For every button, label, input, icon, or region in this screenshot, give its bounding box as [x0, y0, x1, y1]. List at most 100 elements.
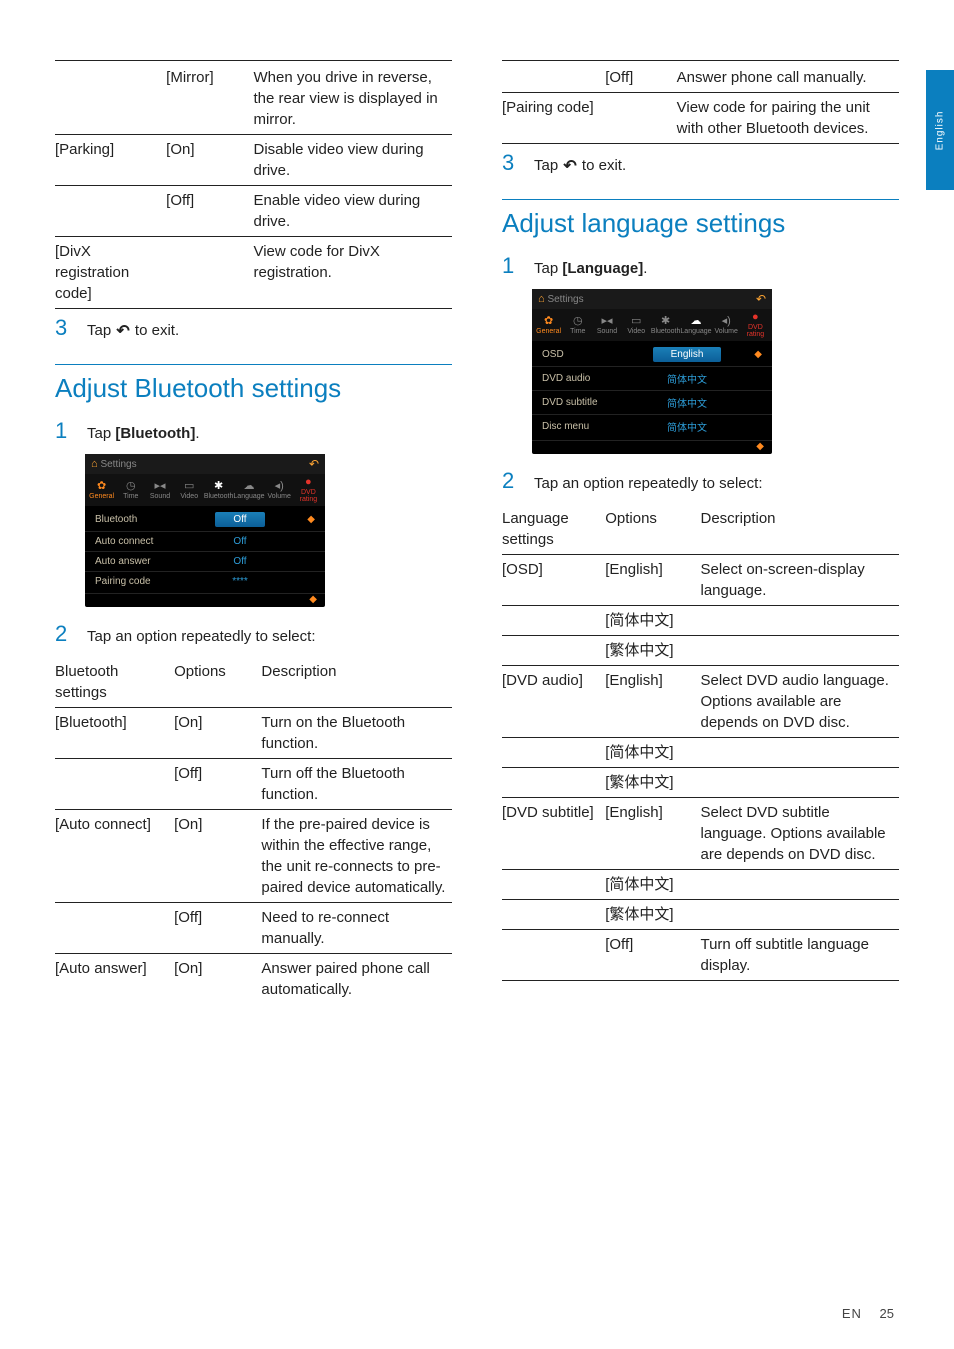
cell: [DivX registration code] — [55, 237, 166, 309]
cell: [DVD audio] — [502, 666, 605, 738]
cell — [502, 900, 605, 930]
cell — [502, 930, 605, 981]
cell: [Mirror] — [166, 63, 253, 135]
step-text: Tap [Language]. — [534, 260, 899, 277]
right-column: [Off] Answer phone call manually. [Pairi… — [502, 60, 899, 1004]
cell: [English] — [605, 555, 700, 606]
cell: Turn off the Bluetooth function. — [261, 759, 452, 810]
cell: [繁体中文] — [605, 636, 700, 666]
cell — [700, 870, 899, 900]
home-icon: ⌂ — [91, 458, 98, 470]
cell: [DVD subtitle] — [502, 798, 605, 870]
page-footer: EN 25 — [842, 1306, 894, 1321]
screenshot-tab-icon: ◷Time — [563, 316, 592, 335]
cell — [166, 237, 253, 309]
cell: [简体中文] — [605, 606, 700, 636]
screenshot-tab-icon: ▭Video — [622, 316, 651, 335]
language-tab-label: English — [935, 110, 946, 150]
cell — [502, 738, 605, 768]
screenshot-tab-icon: ✿General — [534, 316, 563, 335]
cell: Select DVD audio language. Options avail… — [700, 666, 899, 738]
section-bluetooth-heading: Adjust Bluetooth settings — [55, 373, 452, 404]
cell: View code for pairing the unit with othe… — [677, 93, 899, 144]
page-content: [Mirror] When you drive in reverse, the … — [0, 0, 954, 1034]
cell: Turn off subtitle language display. — [700, 930, 899, 981]
cell: When you drive in reverse, the rear view… — [253, 63, 452, 135]
screenshot-title: Settings — [100, 459, 136, 470]
screenshot-list-row: Auto connectOff — [85, 531, 325, 551]
screenshot-list-row: DVD audio简体中文 — [532, 366, 772, 390]
bluetooth-options-table: Bluetooth settings Options Description [… — [55, 657, 452, 1004]
screenshot-tab-icon: ✱Bluetooth — [651, 316, 681, 335]
cell: [简体中文] — [605, 870, 700, 900]
screenshot-list-row: DVD subtitle简体中文 — [532, 390, 772, 414]
back-icon: ↶ — [115, 320, 130, 342]
col-header: Bluetooth settings — [55, 657, 174, 708]
bluetooth-options-table-continued: [Off] Answer phone call manually. [Pairi… — [502, 63, 899, 144]
step-1-tap-bluetooth: 1 Tap [Bluetooth]. — [55, 418, 452, 444]
cell: Disable video view during drive. — [253, 135, 452, 186]
cell: [On] — [174, 708, 261, 759]
cell: Need to re-connect manually. — [261, 903, 452, 954]
cell: Answer phone call manually. — [677, 63, 899, 93]
step-1-tap-language: 1 Tap [Language]. — [502, 253, 899, 279]
footer-page-number: 25 — [880, 1306, 894, 1321]
step-number: 1 — [502, 253, 520, 279]
screenshot-tab-row: ✿General◷Time▸◂Sound▭Video✱Bluetooth☁Lan… — [532, 309, 772, 341]
back-icon: ↶ — [756, 292, 766, 306]
screenshot-tab-icon: ▸◂Sound — [592, 316, 621, 335]
cell: Enable video view during drive. — [253, 186, 452, 237]
step-2-tap-option: 2 Tap an option repeatedly to select: — [55, 621, 452, 647]
screenshot-tab-icon: ●DVD rating — [741, 312, 770, 338]
cell — [55, 759, 174, 810]
col-header: Description — [261, 657, 452, 708]
cell — [502, 768, 605, 798]
cell — [700, 738, 899, 768]
screenshot-tab-icon: ☁Language — [233, 481, 264, 500]
down-arrow-icon: ◆ — [309, 594, 317, 603]
home-icon: ⌂ — [538, 293, 545, 305]
cell — [55, 63, 166, 135]
step-text: Tap ↶ to exit. — [87, 320, 452, 342]
back-icon: ↶ — [309, 457, 319, 471]
screenshot-list: OSDEnglish◆DVD audio简体中文DVD subtitle简体中文… — [532, 341, 772, 440]
screenshot-list-row: Auto answerOff — [85, 551, 325, 571]
screenshot-tab-icon: ▸◂Sound — [145, 481, 174, 500]
step-text: Tap [Bluetooth]. — [87, 425, 452, 442]
cell: [English] — [605, 798, 700, 870]
step-number: 3 — [55, 315, 73, 341]
screenshot-tab-icon: ✿General — [87, 481, 116, 500]
screenshot-list: BluetoothOff◆Auto connectOffAuto answerO… — [85, 506, 325, 593]
cell — [502, 606, 605, 636]
footer-lang: EN — [842, 1306, 862, 1321]
cell: View code for DivX registration. — [253, 237, 452, 309]
col-header: Description — [700, 504, 899, 555]
screenshot-list-row: OSDEnglish◆ — [532, 343, 772, 366]
cell: Select on-screen-display language. — [700, 555, 899, 606]
cell: [Off] — [605, 930, 700, 981]
section-language-heading: Adjust language settings — [502, 208, 899, 239]
step-text: Tap an option repeatedly to select: — [87, 628, 452, 645]
cell: [繁体中文] — [605, 768, 700, 798]
screenshot-list-row: BluetoothOff◆ — [85, 508, 325, 531]
cell — [700, 768, 899, 798]
cell — [700, 636, 899, 666]
cell: [On] — [174, 810, 261, 903]
screenshot-language-settings: ⌂ Settings ↶ ✿General◷Time▸◂Sound▭Video✱… — [532, 289, 772, 454]
screenshot-bluetooth-settings: ⌂ Settings ↶ ✿General◷Time▸◂Sound▭Video✱… — [85, 454, 325, 607]
cell: [On] — [166, 135, 253, 186]
screenshot-tab-icon: ◂)Volume — [712, 316, 741, 335]
cell: [Off] — [605, 63, 676, 93]
cell — [700, 900, 899, 930]
down-arrow-icon: ◆ — [756, 441, 764, 450]
step-3-exit: 3 Tap ↶ to exit. — [502, 150, 899, 177]
screenshot-tab-row: ✿General◷Time▸◂Sound▭Video✱Bluetooth☁Lan… — [85, 474, 325, 506]
language-options-table: Language settings Options Description [O… — [502, 504, 899, 981]
cell: [Auto answer] — [55, 954, 174, 1005]
cell — [605, 93, 676, 144]
cell: [Off] — [166, 186, 253, 237]
cell: [English] — [605, 666, 700, 738]
cell: [Auto connect] — [55, 810, 174, 903]
cell: [OSD] — [502, 555, 605, 606]
screenshot-tab-icon: ●DVD rating — [294, 477, 323, 503]
